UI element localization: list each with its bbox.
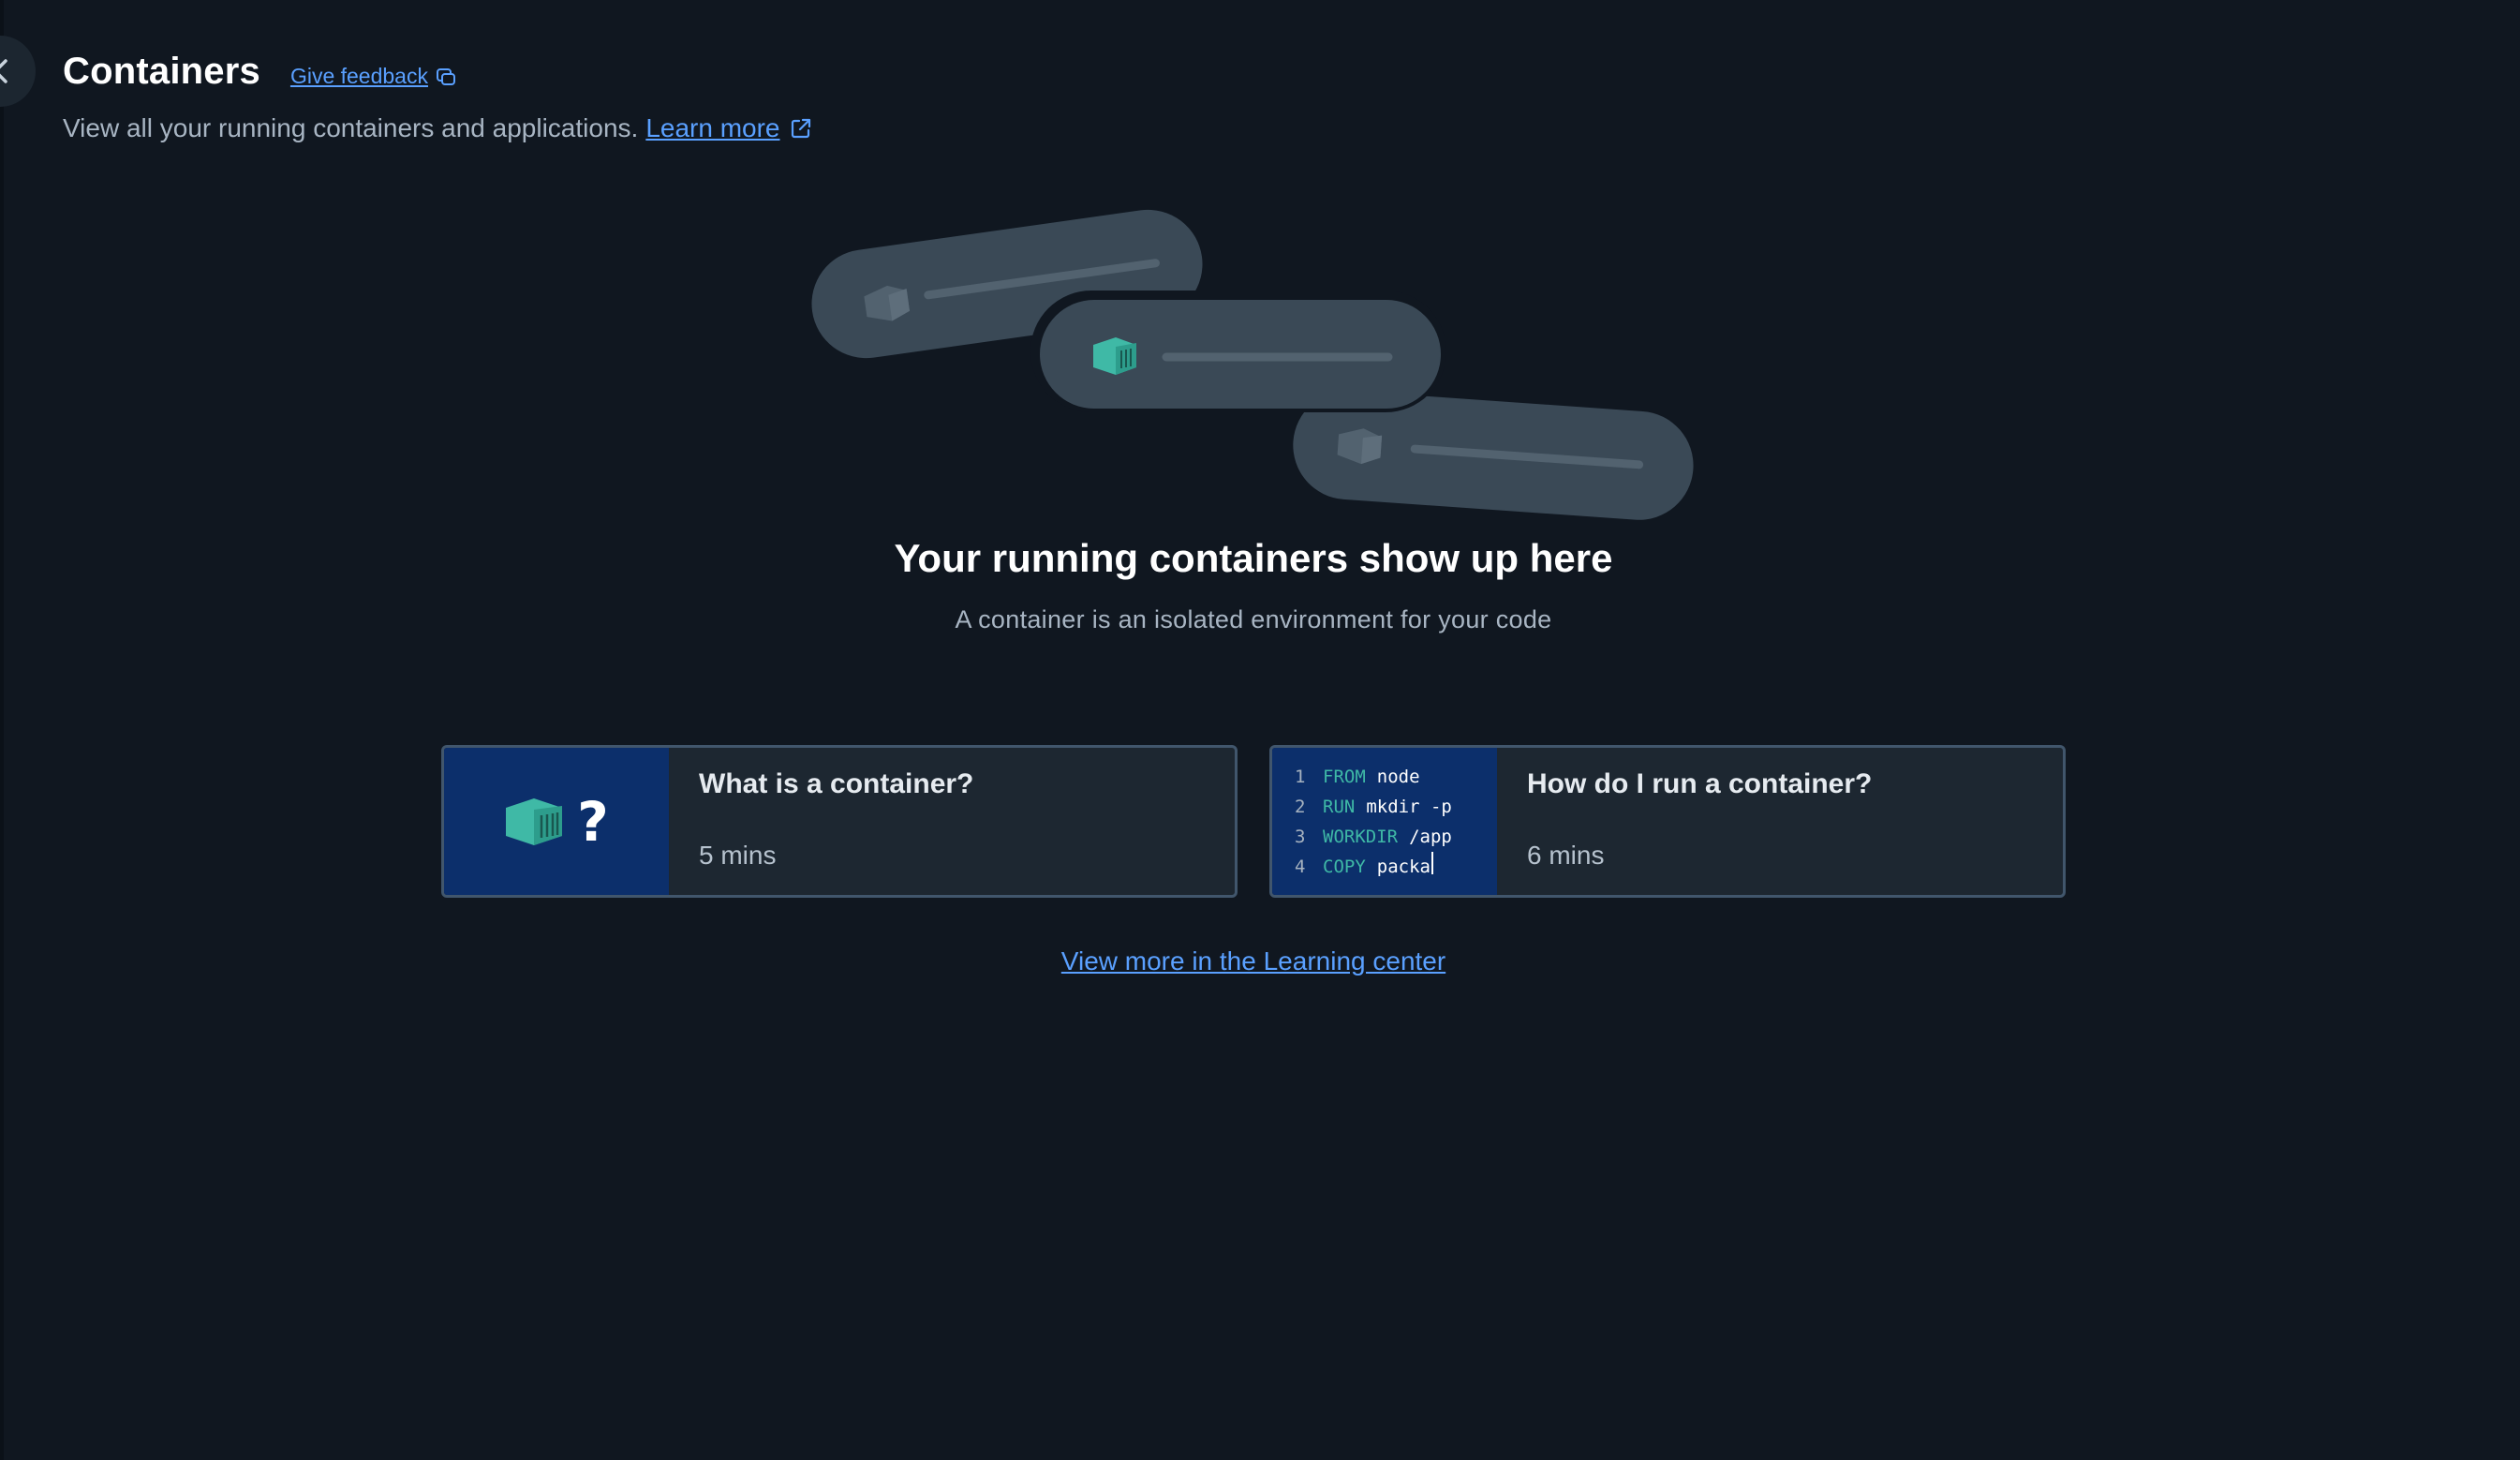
learning-card-how-run-container[interactable]: 1 FROM node 2 RUN mkdir -p 3 WORKDIR/app 4 COP…: [1269, 745, 2066, 898]
code-line: 1 FROM node: [1295, 762, 1452, 792]
empty-state-title: Your running containers show up here: [894, 536, 1613, 580]
card-duration: 6 mins: [1527, 841, 1605, 870]
container-question-icon: [506, 797, 563, 845]
code-keyword: COPY: [1323, 856, 1366, 877]
give-feedback-link[interactable]: Give feedback: [290, 64, 456, 89]
page-subtitle-row: View all your running containers and app…: [63, 113, 812, 143]
card-title: How do I run a container?: [1527, 768, 1873, 799]
empty-state-subtitle: A container is an isolated environment f…: [955, 605, 1552, 633]
title-row: Containers Give feedback: [63, 51, 812, 93]
give-feedback-label: Give feedback: [289, 64, 428, 88]
card-thumbnail: ?: [444, 748, 669, 895]
back-button[interactable]: [0, 36, 36, 107]
page-subtitle: View all your running containers and app…: [63, 113, 639, 142]
view-more-row: View more in the Learning center: [0, 946, 2507, 976]
chevron-left-icon: [0, 59, 7, 83]
code-argument: node: [1376, 766, 1420, 787]
code-line: 2 RUN mkdir -p: [1295, 792, 1452, 822]
code-line: 4 COPY packa: [1295, 851, 1452, 882]
container-icon-front: [1093, 337, 1136, 375]
line-number: 2: [1295, 796, 1306, 817]
containers-illustration: [811, 209, 1694, 520]
external-link-icon: [791, 118, 810, 139]
card-code-thumbnail: 1 FROM node 2 RUN mkdir -p 3 WORKDIR/app 4 COP…: [1272, 748, 1497, 895]
learn-more-label: Learn more: [645, 113, 780, 142]
page-title: Containers: [63, 51, 260, 92]
view-more-learning-center-link[interactable]: View more in the Learning center: [1061, 946, 1445, 976]
window-edge: [0, 0, 4, 1460]
container-pill-front: [1030, 291, 1446, 412]
feedback-icon: [436, 67, 455, 85]
code-keyword: RUN: [1323, 796, 1356, 817]
question-mark: ?: [577, 789, 609, 854]
card-body: What is a container? 5 mins: [669, 748, 1003, 895]
code-argument: packa: [1376, 856, 1430, 877]
line-number: 4: [1295, 856, 1306, 877]
code-keyword: WORKDIR: [1323, 826, 1399, 847]
line-number: 3: [1295, 826, 1306, 847]
code-line: 3 WORKDIR/app: [1295, 822, 1452, 852]
code-keyword: FROM: [1323, 766, 1366, 787]
code-argument: mkdir -p: [1366, 796, 1452, 817]
learning-card-what-is-container[interactable]: ? What is a container? 5 mins: [441, 745, 1238, 898]
line-number: 1: [1295, 766, 1306, 787]
page-header: Containers Give feedback View all your r…: [63, 51, 812, 143]
card-duration: 5 mins: [699, 841, 777, 870]
code-argument: /app: [1409, 826, 1452, 847]
card-body: How do I run a container? 6 mins: [1497, 748, 1902, 895]
learn-more-link[interactable]: Learn more: [645, 113, 811, 143]
dockerfile-snippet: 1 FROM node 2 RUN mkdir -p 3 WORKDIR/app 4 COP…: [1295, 762, 1452, 882]
text-caret: [1430, 851, 1433, 874]
card-title: What is a container?: [699, 768, 974, 799]
